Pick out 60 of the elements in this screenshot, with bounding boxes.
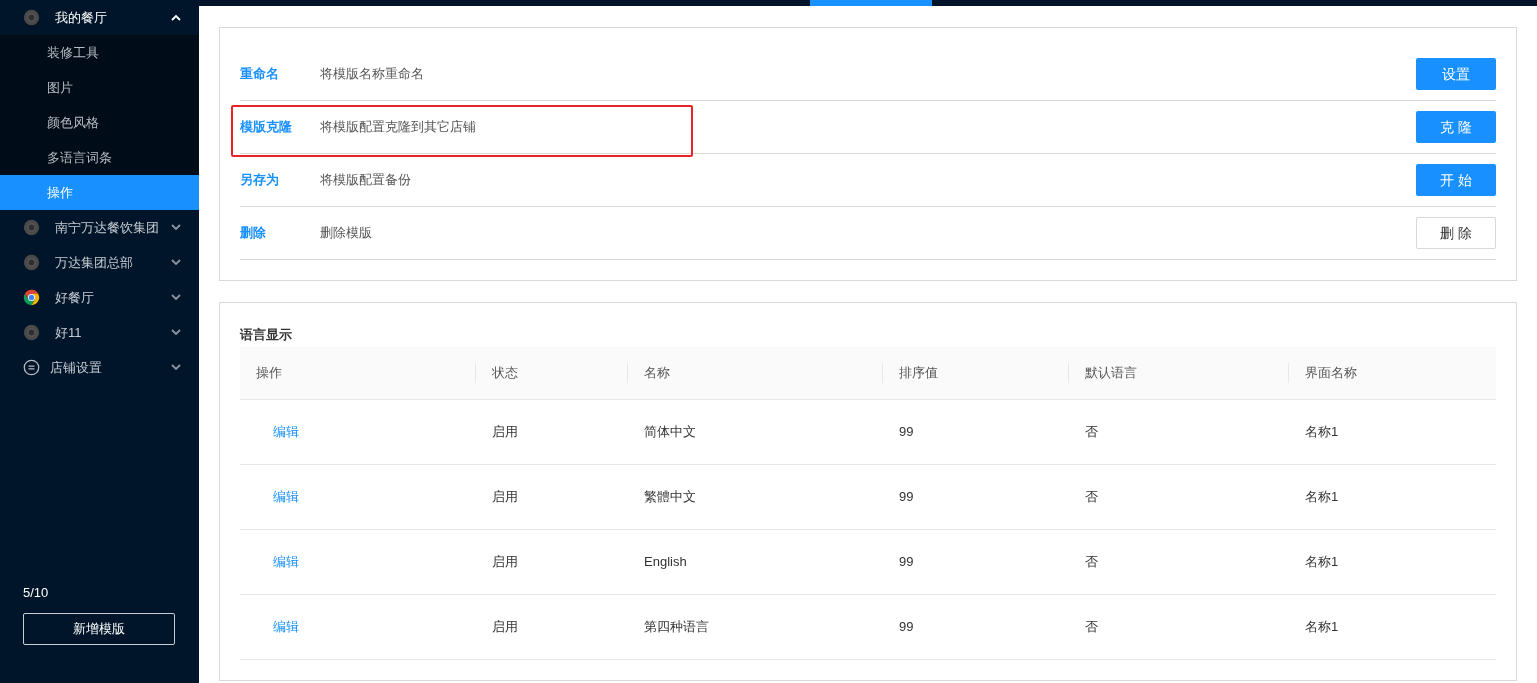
table-cell: 第四种语言 xyxy=(644,618,709,634)
chevron-down-icon xyxy=(171,364,181,371)
table-cell: 99 xyxy=(899,488,914,504)
operation-button[interactable]: 删 除 xyxy=(1416,217,1496,249)
template-count: 5/10 xyxy=(23,583,50,602)
table-cell: 名称1 xyxy=(1305,423,1339,439)
group-label: 好11 xyxy=(55,323,83,342)
operation-description: 将模版配置克隆到其它店铺 xyxy=(320,118,477,137)
sidebar-item[interactable]: 装修工具 xyxy=(0,35,199,70)
group-label: 南宁万达餐饮集团 xyxy=(55,218,160,237)
table-cell: 99 xyxy=(899,618,914,634)
sidebar-group[interactable]: 好11 xyxy=(0,315,199,350)
table-cell: 名称1 xyxy=(1305,618,1339,634)
group-label: 万达集团总部 xyxy=(55,253,134,272)
column-header: 状态 xyxy=(492,363,518,382)
column-header: 默认语言 xyxy=(1085,363,1137,382)
column-header: 排序值 xyxy=(899,363,938,382)
table-cell: 简体中文 xyxy=(644,423,696,439)
table-cell: 繁體中文 xyxy=(644,488,696,504)
table-cell: 否 xyxy=(1085,618,1098,634)
table-cell: 启用 xyxy=(492,488,518,504)
chevron-down-icon xyxy=(171,294,181,301)
group-label: 好餐厅 xyxy=(55,288,95,307)
sidebar-group[interactable]: 好餐厅 xyxy=(0,280,199,315)
chevron-down-icon xyxy=(171,259,181,266)
operation-title: 删除 xyxy=(240,224,267,243)
table-cell: 启用 xyxy=(492,618,518,634)
table-cell: 否 xyxy=(1085,423,1098,439)
table-cell: English xyxy=(644,553,687,569)
sidebar-item[interactable]: 图片 xyxy=(0,70,199,105)
operation-description: 将模版配置备份 xyxy=(320,171,412,190)
table-cell: 名称1 xyxy=(1305,488,1339,504)
group-label: 我的餐厅 xyxy=(55,8,108,27)
section-title: 语言显示 xyxy=(240,326,293,344)
sidebar-item[interactable]: 颜色风格 xyxy=(0,105,199,140)
sidebar-group[interactable]: 店铺设置 xyxy=(0,350,199,385)
column-header: 操作 xyxy=(256,363,282,382)
table-cell: 99 xyxy=(899,423,914,439)
column-header: 界面名称 xyxy=(1305,363,1357,382)
operation-description: 将模版名称重命名 xyxy=(320,65,425,84)
sidebar-group[interactable]: 南宁万达餐饮集团 xyxy=(0,210,199,245)
column-header: 名称 xyxy=(644,363,670,382)
sidebar-group[interactable]: 万达集团总部 xyxy=(0,245,199,280)
table-cell: 否 xyxy=(1085,488,1098,504)
list-circle-icon xyxy=(23,359,40,376)
table-cell: 启用 xyxy=(492,553,518,569)
table-cell: 否 xyxy=(1085,553,1098,569)
table-cell: 名称1 xyxy=(1305,553,1339,569)
chevron-down-icon xyxy=(171,224,181,231)
table-cell: 启用 xyxy=(492,423,518,439)
chevron-up-icon xyxy=(171,14,181,21)
operation-description: 删除模版 xyxy=(320,224,373,243)
operation-title: 另存为 xyxy=(240,171,280,190)
sidebar-item[interactable]: 多语言词条 xyxy=(0,140,199,175)
add-template-button[interactable]: 新增模版 xyxy=(23,613,175,645)
operation-title: 重命名 xyxy=(240,65,280,84)
chevron-down-icon xyxy=(171,329,181,336)
table-cell: 99 xyxy=(899,553,914,569)
operation-title: 模版克隆 xyxy=(240,118,293,137)
group-label: 店铺设置 xyxy=(50,358,103,377)
